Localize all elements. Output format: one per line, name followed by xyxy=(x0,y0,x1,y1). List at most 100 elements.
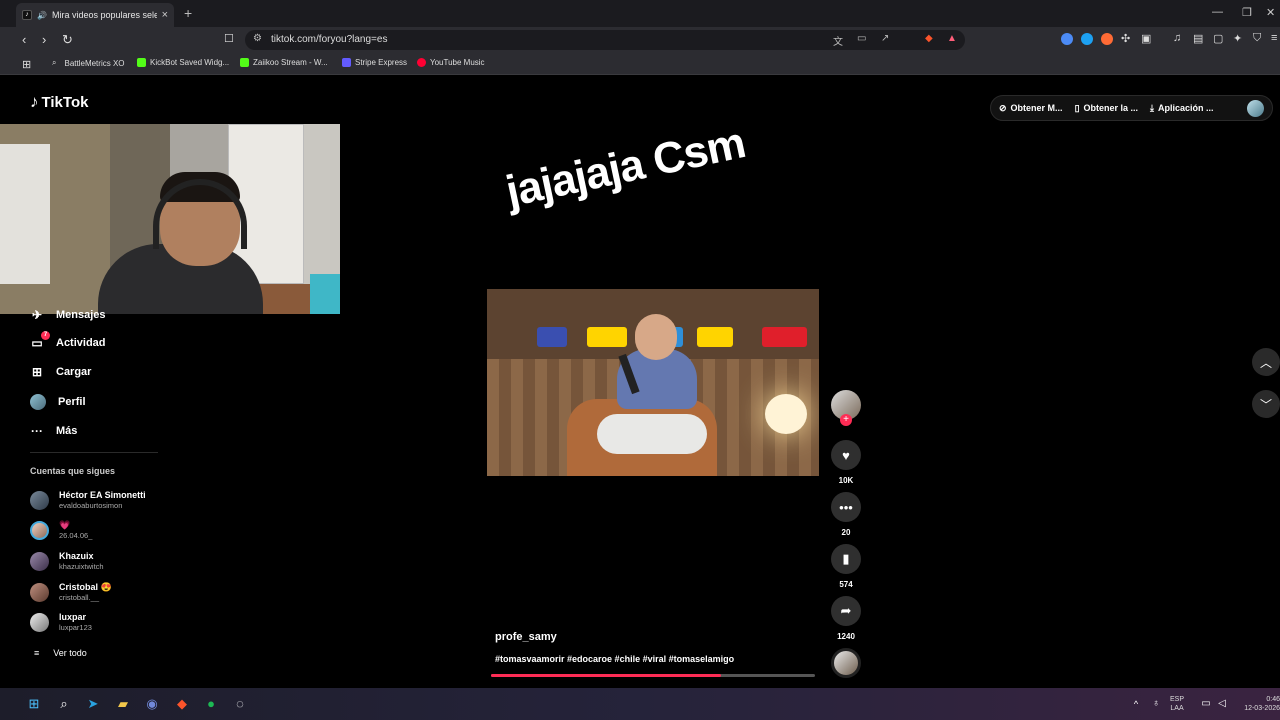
apps-grid-icon[interactable]: ⊞ xyxy=(22,58,31,71)
app-icon[interactable]: ◌ xyxy=(232,696,248,712)
speaker-icon: 🔊 xyxy=(37,10,47,20)
video-progress-bar[interactable] xyxy=(491,674,815,677)
video-hashtags[interactable]: #tomasvaamorir #edocaroe #chile #viral #… xyxy=(495,654,734,664)
brave-icon[interactable]: ◆ xyxy=(174,696,190,712)
bookmark-icon[interactable]: ▮ xyxy=(831,544,861,574)
url-text: tiktok.com/foryou?lang=es xyxy=(271,34,388,45)
chevron-up-icon: ︿ xyxy=(1259,355,1272,370)
comment-count: 20 xyxy=(841,528,851,537)
shield-icon[interactable]: ⛉ xyxy=(1253,32,1261,45)
address-bar[interactable]: ⚙ tiktok.com/foryou?lang=es 文 ▭ ↗ ◆ ▲ xyxy=(245,30,965,50)
profile-avatar xyxy=(30,394,46,410)
comment-action[interactable]: ••• 20 xyxy=(831,492,861,537)
see-all-link[interactable]: ≡ Ver todo xyxy=(34,648,87,658)
sidebar-item-actividad[interactable]: ▭ 7 Actividad xyxy=(30,331,106,350)
next-video-button[interactable]: ﹀ xyxy=(1252,390,1280,418)
bookmark-item[interactable]: YouTube Music xyxy=(417,58,485,67)
tiktok-logo[interactable]: ♪ TikTok xyxy=(30,92,88,112)
bookmark-item[interactable]: ⌕ BattleMetrics XO xyxy=(52,58,125,68)
like-action[interactable]: ♥ 10K xyxy=(831,440,861,485)
user-avatar[interactable] xyxy=(1247,99,1264,117)
browser-nav-bar: ‹ › ↻ ☐ ⚙ tiktok.com/foryou?lang=es 文 ▭ … xyxy=(0,27,1280,53)
webcam-overlay xyxy=(0,124,340,314)
save-action[interactable]: ▮ 574 xyxy=(831,544,861,589)
network-icon[interactable]: ▭ xyxy=(1198,696,1214,712)
extension-icon[interactable] xyxy=(1061,33,1073,45)
tab-title: Mira videos populares selecc xyxy=(51,10,157,20)
reload-icon[interactable]: ↻ xyxy=(62,32,73,48)
get-app-button[interactable]: ▯ Obtener la ... xyxy=(1075,103,1138,114)
minimize-icon[interactable]: — xyxy=(1212,6,1223,18)
bookmark-item[interactable]: KickBot Saved Widg... xyxy=(137,58,229,67)
microphone-icon[interactable]: ♁ xyxy=(1148,696,1164,712)
chevron-down-icon: ﹀ xyxy=(1259,397,1272,412)
sidebar-item-mas[interactable]: ··· Más xyxy=(30,424,77,438)
tiktok-note-icon: ♪ xyxy=(30,92,39,111)
comment-icon[interactable]: ••• xyxy=(831,492,861,522)
wallet-icon[interactable]: ▣ xyxy=(1141,32,1151,45)
following-item[interactable]: 💗 26.04.06_ xyxy=(30,520,92,540)
messages-icon: ✈ xyxy=(31,308,43,322)
sidebar-item-cargar[interactable]: ⊞ Cargar xyxy=(30,365,92,379)
cast-icon[interactable]: ▭ xyxy=(857,33,866,44)
rewards-icon[interactable]: ▲ xyxy=(947,33,957,44)
sidebar-item-perfil[interactable]: Perfil xyxy=(30,394,86,410)
telegram-icon[interactable]: ➤ xyxy=(85,696,101,712)
avatar xyxy=(30,612,49,632)
menu-icon[interactable]: ≡ xyxy=(1271,32,1277,44)
following-item[interactable]: Cristobal 😍 cristoball.__ xyxy=(30,582,112,602)
kick-icon xyxy=(240,58,249,67)
window-close-icon[interactable]: ✕ xyxy=(1266,6,1275,19)
download-app-button[interactable]: ⤓ Aplicación ... xyxy=(1150,103,1214,114)
chevron-up-icon[interactable]: ^ xyxy=(1128,696,1144,712)
music-icon[interactable]: ♫ xyxy=(1173,32,1181,44)
discord-icon[interactable]: ◉ xyxy=(144,696,160,712)
new-tab-button[interactable]: + xyxy=(184,5,192,21)
puzzle-icon[interactable]: ✣ xyxy=(1121,32,1130,45)
leo-icon[interactable]: ✦ xyxy=(1233,32,1242,45)
site-settings-icon[interactable]: ⚙ xyxy=(253,33,262,44)
following-item[interactable]: Héctor EA Simonetti evaldoaburtosimon xyxy=(30,490,146,510)
video-player[interactable] xyxy=(487,289,819,476)
get-coins-button[interactable]: ⊘ Obtener M... xyxy=(999,103,1063,114)
search-icon[interactable]: ⌕ xyxy=(56,696,72,712)
spotify-icon[interactable]: ● xyxy=(203,696,219,712)
file-explorer-icon[interactable]: ▰ xyxy=(115,696,131,712)
language-indicator[interactable]: ESP LAA xyxy=(1170,695,1184,713)
volume-icon[interactable]: ◁ xyxy=(1214,696,1230,712)
browser-tab[interactable]: ♪ 🔊 Mira videos populares selecc × xyxy=(16,3,174,27)
video-author[interactable]: profe_samy xyxy=(495,631,557,643)
back-icon[interactable]: ‹ xyxy=(22,32,26,47)
clock[interactable]: 0:46 12-03-2026 xyxy=(1236,695,1280,713)
translate-icon[interactable]: 文 xyxy=(833,33,843,48)
sidebar-item-mensajes[interactable]: ✈ Mensajes xyxy=(30,308,106,322)
share-arrow-icon[interactable]: ➦ xyxy=(831,596,861,626)
bookmark-icon[interactable]: ☐ xyxy=(224,32,234,45)
windows-taskbar: ⊞ ⌕ ➤ ▰ ◉ ◆ ● ◌ ^ ♁ ESP LAA ▭ ◁ 0:46 12-… xyxy=(0,688,1280,720)
more-icon: ··· xyxy=(31,424,43,438)
kick-icon xyxy=(137,58,146,67)
activity-icon: ▭ 7 xyxy=(30,331,50,350)
share-action[interactable]: ➦ 1240 xyxy=(831,596,861,641)
sidebar-divider xyxy=(30,452,158,453)
music-disc-icon[interactable] xyxy=(831,648,861,678)
maximize-icon[interactable]: ❐ xyxy=(1242,6,1252,19)
share-icon[interactable]: ↗ xyxy=(881,33,889,44)
windows-start-icon[interactable]: ⊞ xyxy=(26,696,42,712)
following-item[interactable]: Khazuix khazuixtwitch xyxy=(30,551,104,571)
forward-icon[interactable]: › xyxy=(42,32,46,47)
video-overlay-text: jajajaja Csm xyxy=(501,118,750,217)
extension-icon[interactable] xyxy=(1081,33,1093,45)
previous-video-button[interactable]: ︿ xyxy=(1252,348,1280,376)
bookmark-item[interactable]: Stripe Express xyxy=(342,58,407,67)
heart-icon[interactable]: ♥ xyxy=(831,440,861,470)
bookmark-item[interactable]: Zaiikoo Stream - W... xyxy=(240,58,328,67)
follow-plus-icon[interactable]: + xyxy=(840,414,852,426)
list-icon: ≡ xyxy=(34,648,40,658)
extension-icon[interactable] xyxy=(1101,33,1113,45)
close-tab-icon[interactable]: × xyxy=(162,9,168,21)
following-item[interactable]: luxpar luxpar123 xyxy=(30,612,92,632)
brave-shield-icon[interactable]: ◆ xyxy=(925,33,933,44)
sidebar-icon[interactable]: ▤ xyxy=(1193,32,1203,45)
vpn-icon[interactable]: ▢ xyxy=(1213,32,1223,45)
